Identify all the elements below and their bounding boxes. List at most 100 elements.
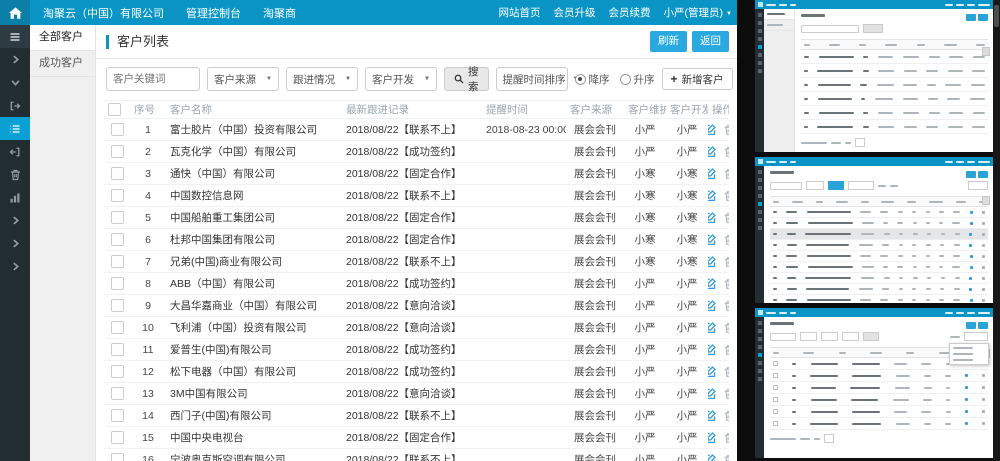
brand-company-link[interactable]: 淘聚云（中国）有限公司 <box>43 5 164 21</box>
delete-icon[interactable] <box>724 410 730 422</box>
delete-icon[interactable] <box>724 190 730 202</box>
home-button[interactable] <box>0 0 30 25</box>
customer-source: 展会会刊 <box>566 229 624 251</box>
search-button[interactable]: 搜索 <box>444 67 489 91</box>
sidebar-chart-icon[interactable] <box>0 186 30 209</box>
sidebar-menu-icon[interactable] <box>0 25 30 48</box>
nav-console[interactable]: 管理控制台 <box>186 5 241 21</box>
row-checkbox[interactable] <box>111 211 124 224</box>
status-select[interactable]: 跟进情况▼ <box>286 67 358 91</box>
edit-icon[interactable] <box>708 167 717 180</box>
row-checkbox[interactable] <box>111 189 124 202</box>
preview-thumbnail-3[interactable] <box>755 308 993 458</box>
preview-thumbnail-2[interactable] <box>755 157 993 303</box>
mini-edit-icon <box>965 386 968 389</box>
row-checkbox[interactable] <box>111 321 124 334</box>
edit-icon[interactable] <box>708 233 717 246</box>
nav-site-home[interactable]: 网站首页 <box>499 5 541 20</box>
delete-icon[interactable] <box>724 388 730 400</box>
nav-member-renew[interactable]: 会员续费 <box>609 5 651 20</box>
sidebar-chevron-right-icon[interactable] <box>0 232 30 255</box>
mini-body <box>755 9 993 152</box>
source-select[interactable]: 客户来源▼ <box>207 67 279 91</box>
text-dash <box>818 84 851 86</box>
edit-icon[interactable] <box>708 189 717 202</box>
preview-thumbnail-1[interactable] <box>755 0 993 152</box>
edit-icon[interactable] <box>708 277 717 290</box>
row-checkbox[interactable] <box>111 387 124 400</box>
row-checkbox[interactable] <box>111 123 124 136</box>
nav-member-upgrade[interactable]: 会员升级 <box>554 5 596 20</box>
delete-icon[interactable] <box>724 322 730 334</box>
row-checkbox[interactable] <box>111 365 124 378</box>
sidebar-chevron-down-icon[interactable] <box>0 71 30 94</box>
edit-icon[interactable] <box>708 299 717 312</box>
delete-icon[interactable] <box>724 124 730 136</box>
nav-shop[interactable]: 淘聚商 <box>263 5 296 21</box>
edit-icon[interactable] <box>708 409 717 422</box>
row-checkbox[interactable] <box>111 343 124 356</box>
delete-icon[interactable] <box>724 366 730 378</box>
delete-icon[interactable] <box>724 146 730 158</box>
edit-icon[interactable] <box>708 387 717 400</box>
edit-icon[interactable] <box>708 365 717 378</box>
edit-icon[interactable] <box>708 211 717 224</box>
row-checkbox[interactable] <box>111 255 124 268</box>
mini-box <box>842 332 859 341</box>
text-dash <box>817 70 853 72</box>
customer-keeper: 小严 <box>624 427 666 449</box>
text-dash <box>967 312 975 314</box>
row-checkbox[interactable] <box>111 453 124 461</box>
delete-icon[interactable] <box>724 454 730 461</box>
sidebar-logout-icon[interactable] <box>0 140 30 163</box>
row-checkbox[interactable] <box>111 233 124 246</box>
preview-scrollbar[interactable] <box>993 0 1000 461</box>
sidebar-list-icon[interactable] <box>0 117 30 140</box>
mini-topbar <box>755 0 993 9</box>
delete-icon[interactable] <box>724 278 730 290</box>
side-menu-item-2[interactable]: 成功客户 <box>30 51 95 77</box>
edit-icon[interactable] <box>708 255 717 268</box>
edit-icon[interactable] <box>708 453 717 461</box>
sidebar-trash-icon[interactable] <box>0 163 30 186</box>
sidebar-chevron-right-icon[interactable] <box>0 48 30 71</box>
delete-icon[interactable] <box>724 168 730 180</box>
edit-icon[interactable] <box>708 343 717 356</box>
row-checkbox[interactable] <box>111 277 124 290</box>
preview-scrollbar-thumb[interactable] <box>994 5 999 27</box>
text-dash <box>779 161 787 163</box>
select-all-checkbox[interactable] <box>108 103 121 116</box>
row-actions-group <box>712 145 725 158</box>
add-customer-button[interactable]: + 新增客户 <box>662 68 733 90</box>
edit-icon[interactable] <box>708 321 717 334</box>
row-actions-group <box>712 167 725 180</box>
row-checkbox[interactable] <box>111 167 124 180</box>
keyword-input[interactable] <box>106 67 200 91</box>
sort-asc-radio[interactable]: 升序 <box>620 72 655 87</box>
delete-icon[interactable] <box>724 432 730 444</box>
sidebar-chevron-right-icon[interactable] <box>0 255 30 278</box>
row-checkbox[interactable] <box>111 145 124 158</box>
edit-icon[interactable] <box>708 431 717 444</box>
delete-icon[interactable] <box>724 344 730 356</box>
back-button[interactable]: 返回 <box>692 31 729 52</box>
delete-icon[interactable] <box>724 256 730 268</box>
refresh-button[interactable]: 刷新 <box>650 31 687 52</box>
sidebar-chevron-right-icon[interactable] <box>0 209 30 232</box>
row-checkbox[interactable] <box>111 409 124 422</box>
edit-icon[interactable] <box>708 145 717 158</box>
sort-desc-radio[interactable]: 降序 <box>575 72 610 87</box>
row-checkbox[interactable] <box>111 299 124 312</box>
user-menu[interactable]: 小严(管理员)▼ <box>664 5 732 20</box>
delete-icon[interactable] <box>724 300 730 312</box>
side-menu-item-1[interactable]: 全部客户 <box>30 25 95 51</box>
delete-icon[interactable] <box>724 234 730 246</box>
text-dash <box>978 4 990 6</box>
develop-select[interactable]: 客户开发▼ <box>365 67 437 91</box>
edit-icon[interactable] <box>708 123 717 136</box>
row-checkbox[interactable] <box>111 431 124 444</box>
delete-icon[interactable] <box>724 212 730 224</box>
sidebar-login-icon[interactable] <box>0 94 30 117</box>
text-dash <box>773 233 777 235</box>
sort-select[interactable]: 提醒时间排序▼ <box>496 67 568 91</box>
